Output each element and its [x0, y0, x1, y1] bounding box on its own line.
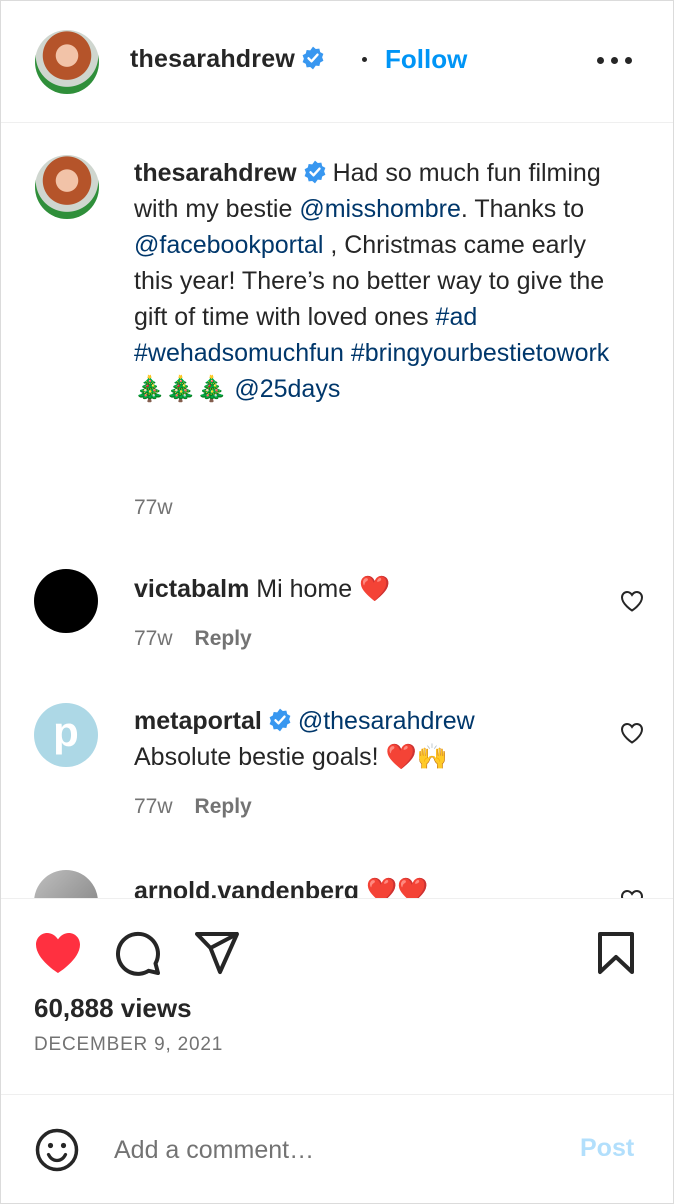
hashtag-link[interactable]: #bringyourbestietowork — [351, 339, 609, 367]
add-comment-bar: Post — [1, 1094, 673, 1204]
post-button[interactable]: Post — [580, 1134, 634, 1163]
mention-link[interactable]: @thesarahdrew — [298, 707, 475, 735]
comment-body: ❤️❤️ — [366, 877, 429, 898]
author-username-row[interactable]: thesarahdrew — [130, 45, 325, 74]
commenter-username[interactable]: metaportal — [134, 707, 262, 735]
comment-text: arnold.vandenberg ❤️❤️ — [134, 873, 624, 898]
comment-timestamp[interactable]: 77w — [134, 795, 173, 818]
more-icon[interactable] — [597, 57, 633, 67]
hashtag-link[interactable]: #wehadsomuchfun — [134, 339, 344, 367]
reply-button[interactable]: Reply — [195, 627, 252, 650]
comment-timestamp[interactable]: 77w — [134, 627, 173, 650]
commenter-avatar[interactable] — [34, 569, 98, 633]
caption-avatar[interactable] — [35, 155, 99, 219]
avatar-letter: p — [53, 708, 79, 755]
comment-text: metaportal @thesarahdrew Absolute bestie g… — [134, 703, 624, 775]
post-dialog: thesarahdrew Follow thesarahdrew Had so m… — [0, 0, 674, 1204]
caption-username[interactable]: thesarahdrew — [134, 159, 297, 187]
caption-body-2: . Thanks to — [460, 195, 585, 223]
follow-button[interactable]: Follow — [385, 44, 467, 75]
reply-button[interactable]: Reply — [195, 795, 252, 818]
post-actions: 60,888 views DECEMBER 9, 2021 — [1, 898, 673, 1095]
verified-badge-icon — [302, 46, 324, 70]
author-avatar[interactable] — [35, 30, 99, 94]
comment-meta: 77w Reply — [134, 795, 252, 819]
commenter-username[interactable]: victabalm — [134, 575, 249, 603]
verified-badge-icon — [304, 160, 325, 184]
heart-filled-icon[interactable] — [34, 931, 82, 975]
comment-meta: 77w Reply — [134, 627, 252, 651]
comment-body: Mi home ❤️ — [256, 575, 391, 603]
separator-dot — [362, 57, 367, 62]
commenter-avatar[interactable]: p — [34, 703, 98, 767]
view-count[interactable]: 60,888 views — [34, 993, 192, 1024]
bookmark-icon[interactable] — [597, 931, 635, 975]
commenter-avatar[interactable] — [34, 870, 98, 898]
paper-plane-icon[interactable] — [194, 931, 240, 975]
mention-link[interactable]: @misshombre — [299, 195, 461, 223]
comments-list[interactable]: thesarahdrew Had so much fun filming with… — [1, 123, 673, 898]
like-comment-heart-icon[interactable] — [620, 889, 644, 898]
like-comment-heart-icon[interactable] — [620, 590, 644, 612]
comment-input[interactable] — [114, 1131, 554, 1169]
smiley-icon[interactable] — [35, 1128, 79, 1172]
caption-timestamp[interactable]: 77w — [134, 496, 173, 519]
comment-text: victabalm Mi home ❤️ — [134, 571, 624, 607]
comment-body: Absolute bestie goals! ❤️🙌 — [134, 743, 448, 771]
commenter-username[interactable]: arnold.vandenberg — [134, 877, 359, 898]
caption-meta: 77w — [134, 496, 173, 520]
like-comment-heart-icon[interactable] — [620, 722, 644, 744]
post-date[interactable]: DECEMBER 9, 2021 — [34, 1034, 223, 1056]
verified-badge-icon — [269, 708, 291, 732]
tree-emoji: 🎄🎄🎄 — [134, 375, 228, 403]
mention-link[interactable]: @25days — [234, 375, 340, 403]
hashtag-link[interactable]: #ad — [436, 303, 478, 331]
caption-text: thesarahdrew Had so much fun filming with… — [134, 155, 624, 407]
post-header: thesarahdrew Follow — [1, 1, 673, 123]
author-username[interactable]: thesarahdrew — [130, 45, 295, 73]
comment-icon[interactable] — [115, 930, 161, 976]
mention-link[interactable]: @facebookportal — [134, 231, 323, 259]
